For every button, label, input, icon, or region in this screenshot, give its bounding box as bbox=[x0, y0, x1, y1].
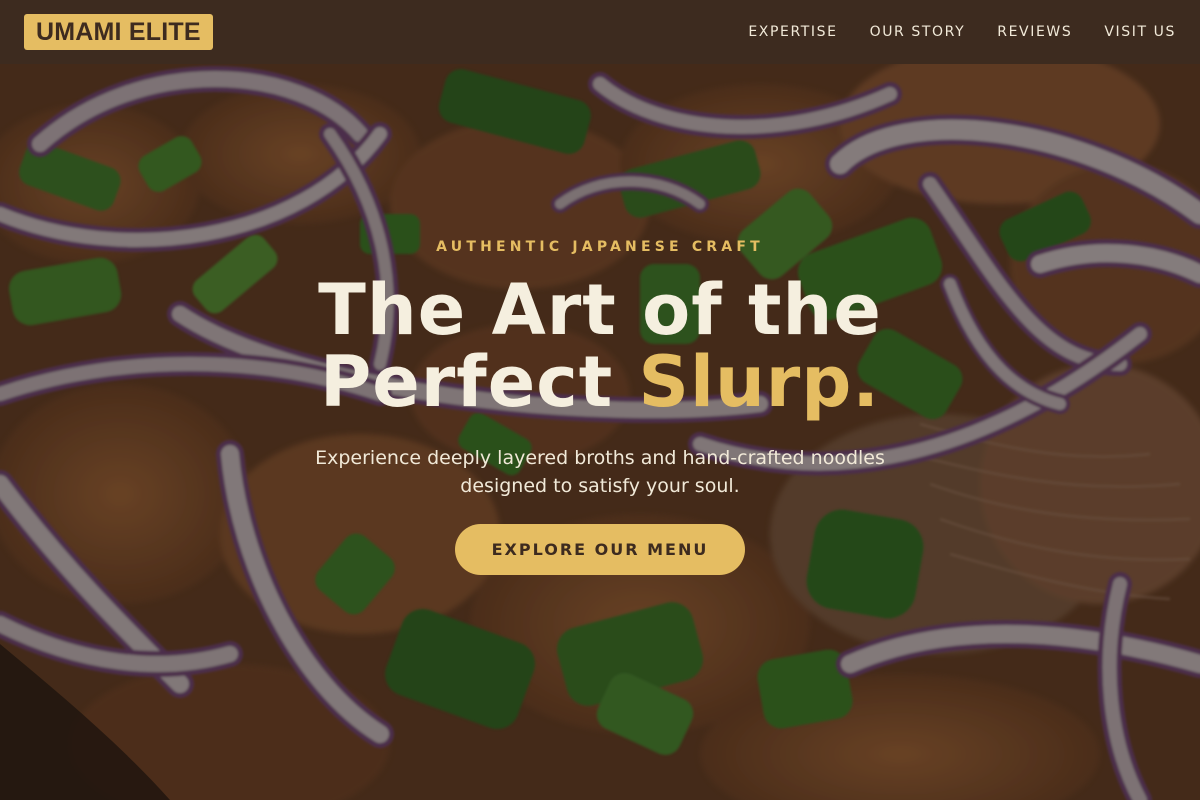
explore-menu-button[interactable]: EXPLORE OUR MENU bbox=[455, 524, 745, 575]
hero-headline: The Art of the Perfect Slurp. bbox=[0, 274, 1200, 418]
hero-content: AUTHENTIC JAPANESE CRAFT The Art of the … bbox=[0, 64, 1200, 800]
hero-subtitle: Experience deeply layered broths and han… bbox=[315, 447, 885, 497]
brand-logo[interactable]: UMAMI ELITE bbox=[24, 14, 213, 50]
headline-line-2-main: Perfect bbox=[319, 341, 639, 423]
nav-link-expertise[interactable]: EXPERTISE bbox=[748, 24, 837, 40]
site-header: UMAMI ELITE EXPERTISE OUR STORY REVIEWS … bbox=[0, 0, 1200, 64]
nav-link-our-story[interactable]: OUR STORY bbox=[870, 24, 966, 40]
headline-line-1: The Art of the bbox=[318, 269, 882, 351]
main-nav: EXPERTISE OUR STORY REVIEWS VISIT US bbox=[748, 24, 1176, 40]
nav-link-reviews[interactable]: REVIEWS bbox=[997, 24, 1072, 40]
hero-eyebrow: AUTHENTIC JAPANESE CRAFT bbox=[436, 239, 764, 255]
headline-line-2-accent: Slurp. bbox=[638, 341, 881, 423]
nav-link-visit-us[interactable]: VISIT US bbox=[1104, 24, 1176, 40]
